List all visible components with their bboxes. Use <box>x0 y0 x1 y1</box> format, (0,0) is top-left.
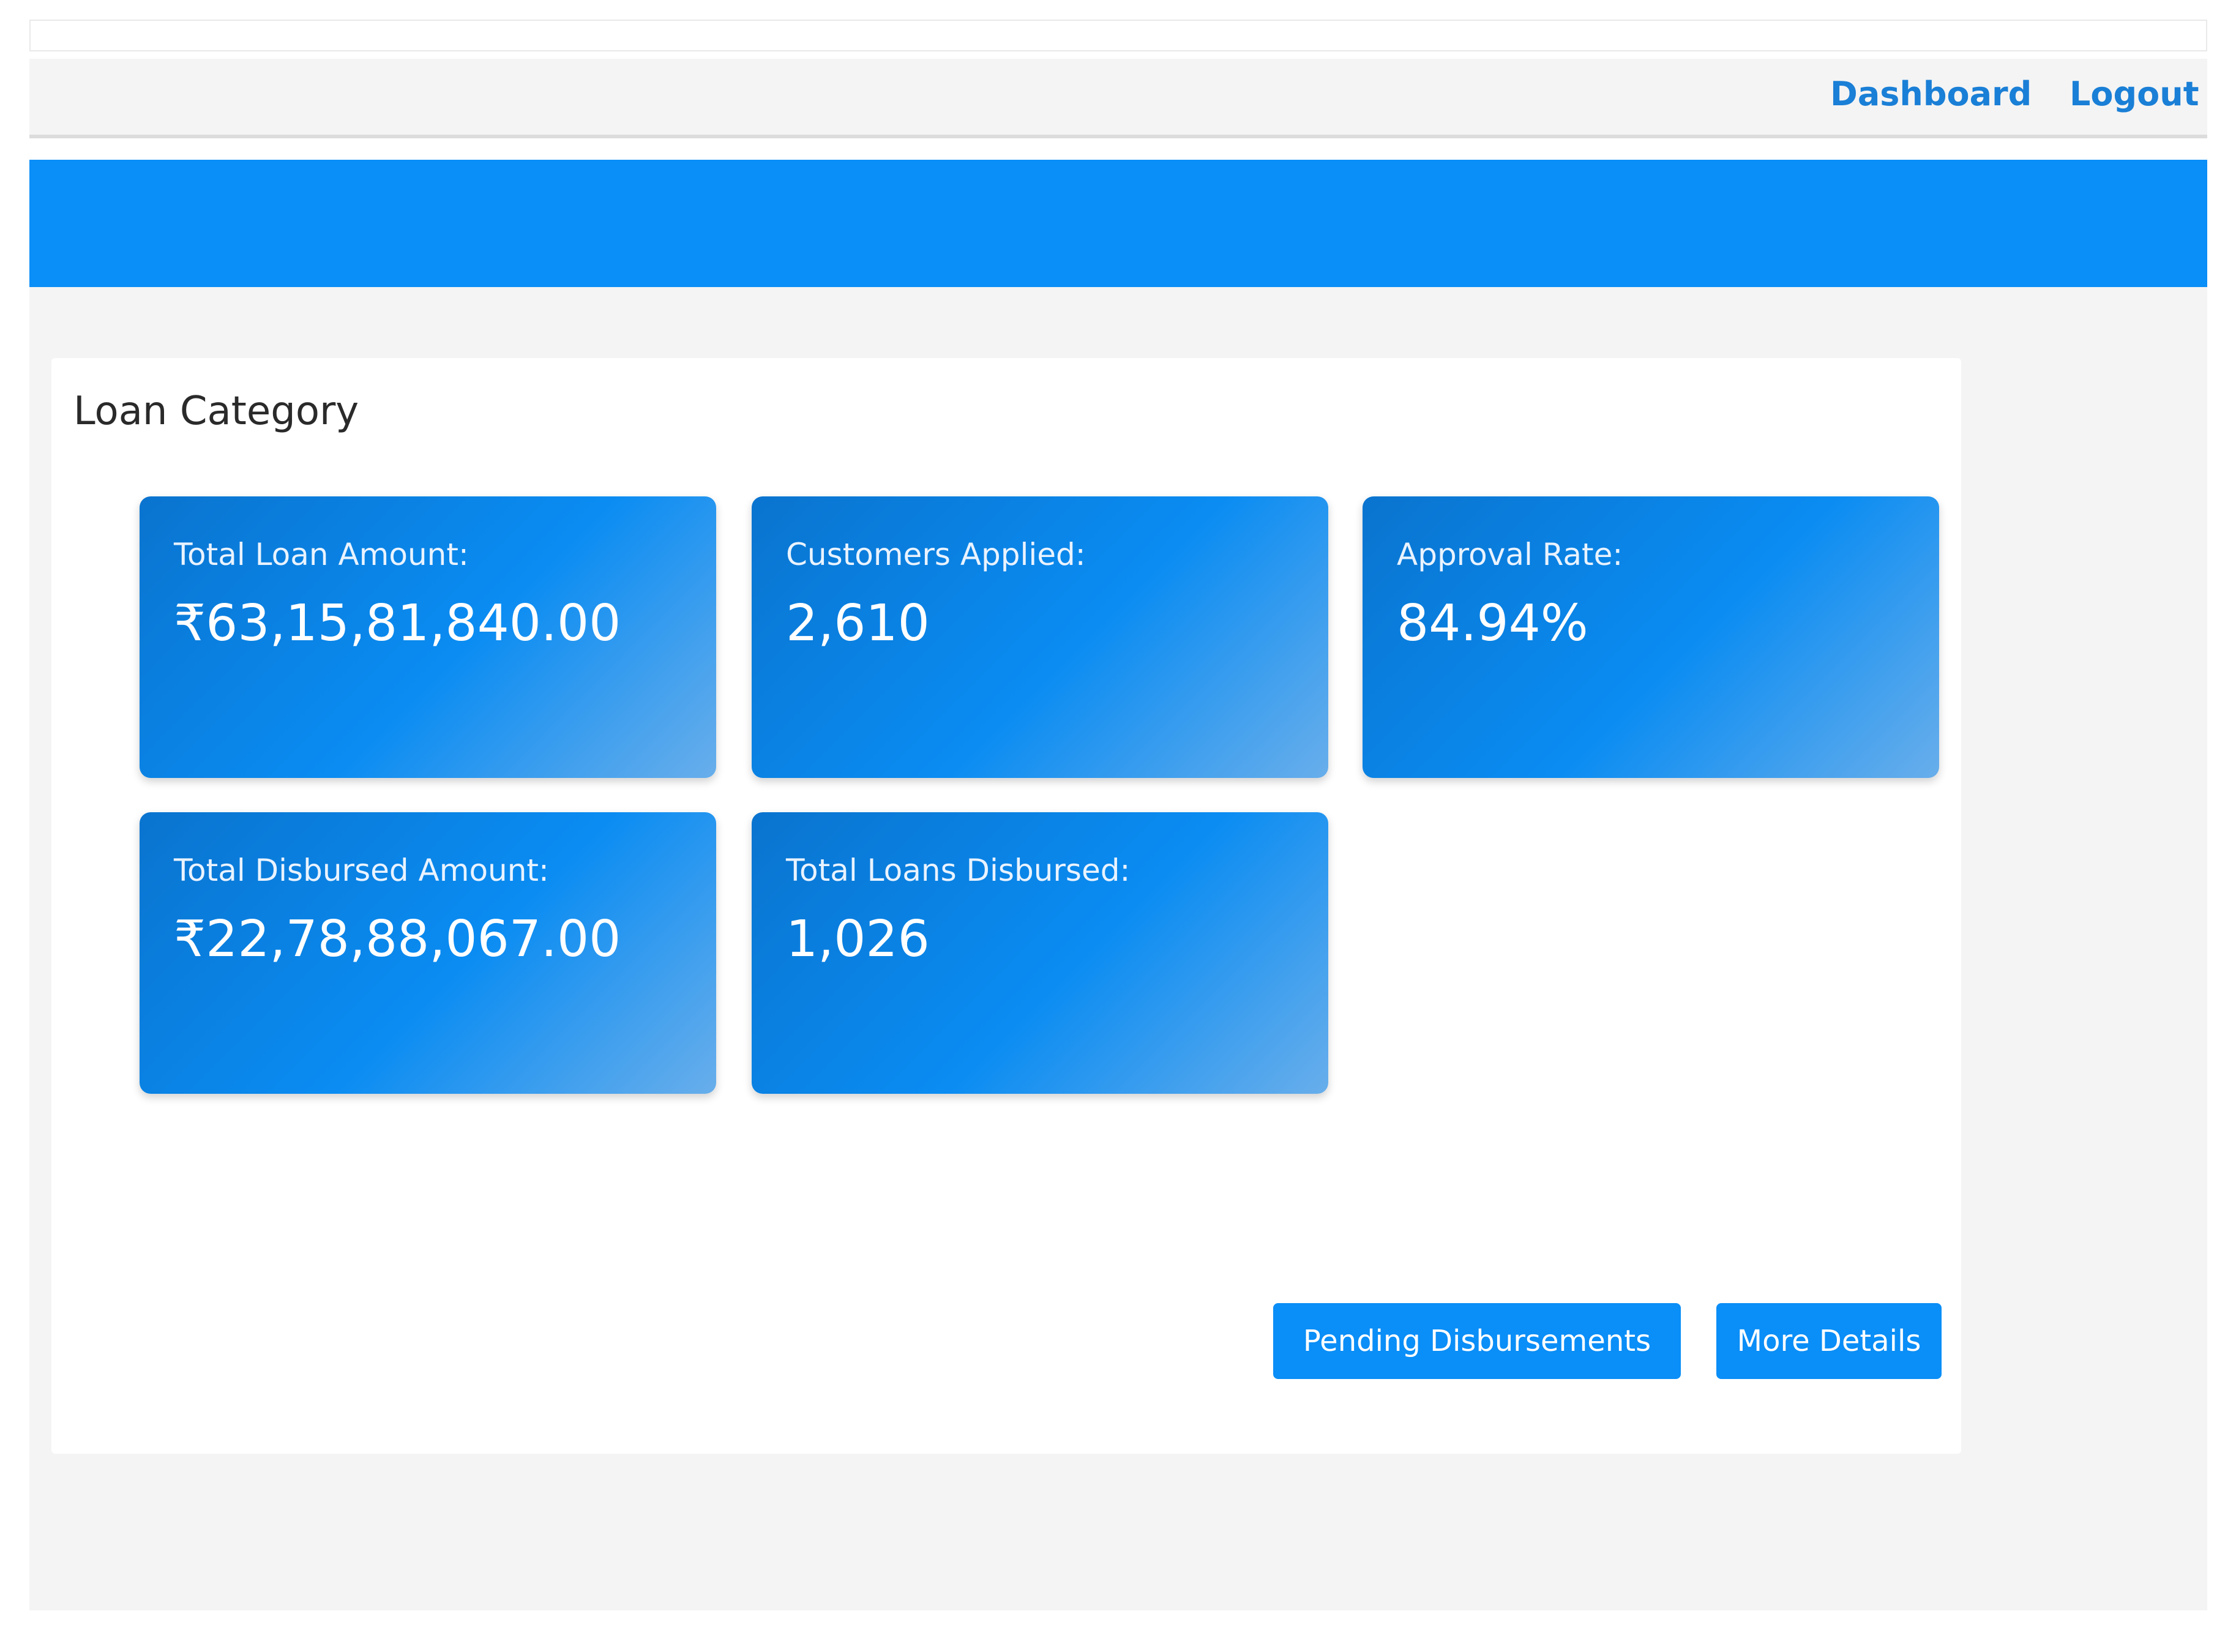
stat-card-value: 2,610 <box>786 594 930 652</box>
stat-card-total-loan-amount: Total Loan Amount: ₹63,15,81,840.00 <box>140 496 716 778</box>
top-strip <box>29 20 2207 51</box>
main-content: Loan Category Total Loan Amount: ₹63,15,… <box>29 287 2207 1610</box>
stat-card-label: Total Loan Amount: <box>174 537 469 572</box>
stat-card-label: Total Disbursed Amount: <box>174 853 549 888</box>
stat-card-value: 84.94% <box>1397 594 1588 652</box>
top-navbar: Dashboard Logout <box>29 59 2207 138</box>
stat-card-value: ₹22,78,88,067.00 <box>174 910 621 968</box>
stat-card-label: Customers Applied: <box>786 537 1086 572</box>
stat-card-label: Total Loans Disbursed: <box>786 853 1131 888</box>
pending-disbursements-button[interactable]: Pending Disbursements <box>1273 1303 1681 1379</box>
stat-card-label: Approval Rate: <box>1397 537 1623 572</box>
more-details-button[interactable]: More Details <box>1716 1303 1942 1379</box>
app-frame: Dashboard Logout Loan Category Total Loa… <box>29 0 2207 1652</box>
stat-card-approval-rate: Approval Rate: 84.94% <box>1363 496 1939 778</box>
stat-card-customers-applied: Customers Applied: 2,610 <box>752 496 1328 778</box>
stat-card-value: ₹63,15,81,840.00 <box>174 594 621 652</box>
header-banner <box>29 160 2207 287</box>
nav-dashboard-link[interactable]: Dashboard <box>1830 75 2032 113</box>
loan-category-panel: Loan Category Total Loan Amount: ₹63,15,… <box>51 358 1961 1454</box>
stat-card-total-loans-disbursed: Total Loans Disbursed: 1,026 <box>752 812 1328 1094</box>
stat-card-total-disbursed-amount: Total Disbursed Amount: ₹22,78,88,067.00 <box>140 812 716 1094</box>
panel-title: Loan Category <box>73 389 359 434</box>
stat-card-value: 1,026 <box>786 910 930 968</box>
nav-logout-link[interactable]: Logout <box>2070 75 2199 113</box>
